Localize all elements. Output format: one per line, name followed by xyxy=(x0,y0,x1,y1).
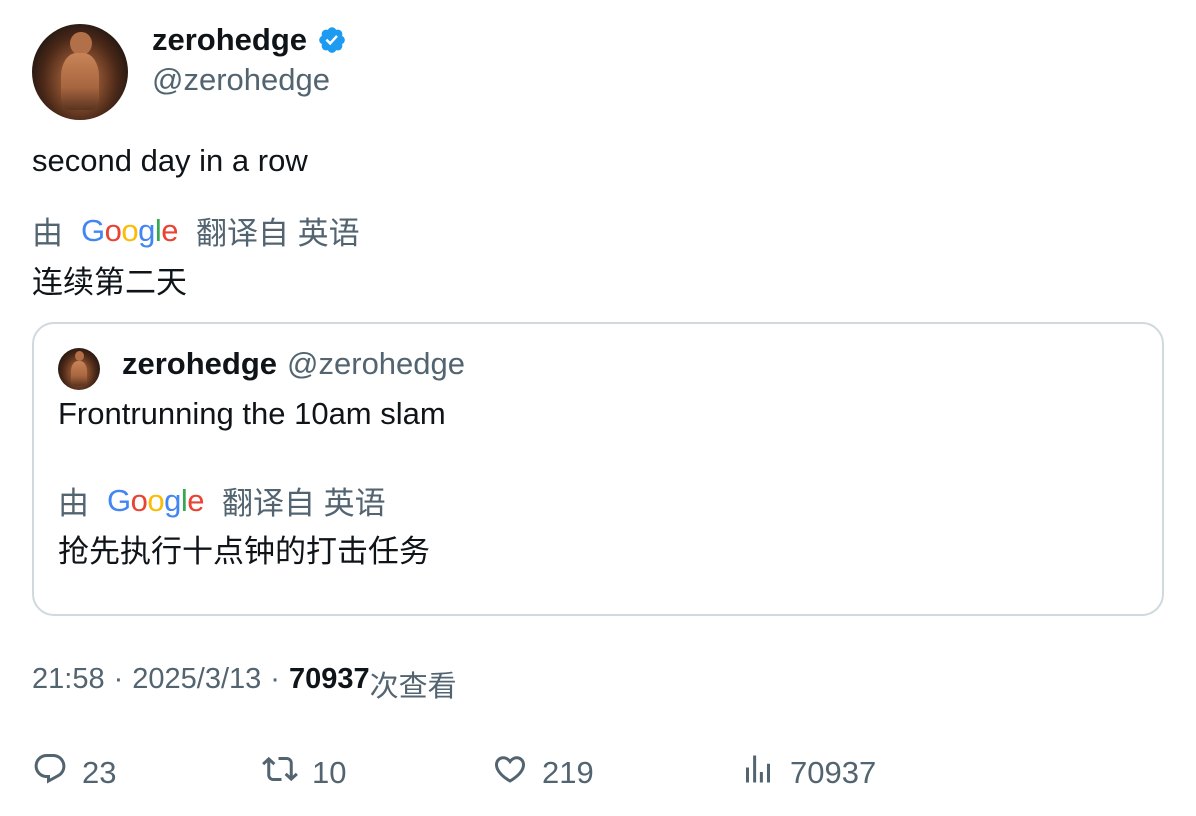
translated-by-label: 由 xyxy=(32,216,63,251)
quoted-translated-by-label: 由 xyxy=(58,486,89,521)
meta-separator: · xyxy=(270,663,280,695)
translation-source-row: 由 Google 翻译自 英语 xyxy=(32,208,360,253)
tweet-time[interactable]: 21:58 xyxy=(32,663,105,696)
translated-text: 连续第二天 xyxy=(32,265,187,300)
views-label: 次查看 xyxy=(369,671,457,703)
author-name[interactable]: zerohedge xyxy=(152,22,307,58)
like-button[interactable]: 219 xyxy=(492,751,594,795)
views-count: 70937 xyxy=(288,663,370,695)
views-action-count: 70937 xyxy=(790,755,877,790)
quoted-translated-text: 抢先执行十点钟的打击任务 xyxy=(58,534,430,569)
heart-icon xyxy=(492,751,528,795)
quoted-google-logo-icon[interactable]: Google xyxy=(107,483,205,519)
meta-separator: · xyxy=(113,663,124,695)
retweet-button[interactable]: 10 xyxy=(262,751,346,795)
author-name-row: zerohedge xyxy=(152,22,347,58)
like-count: 219 xyxy=(542,755,594,790)
reply-icon xyxy=(32,751,68,795)
translated-from-label: 翻译自 英语 xyxy=(196,216,360,251)
verified-badge-icon xyxy=(317,25,347,55)
quoted-translation-source-row: 由 Google 翻译自 英语 xyxy=(58,478,386,523)
analytics-icon xyxy=(740,751,776,795)
tweet-date[interactable]: 2025/3/13 xyxy=(132,663,261,696)
tweet-meta: 21:58 · 2025/3/13 · 70937 次查看 xyxy=(32,663,457,705)
retweet-icon xyxy=(262,751,298,795)
quoted-author-handle: @zerohedge xyxy=(287,346,466,381)
quoted-translated-from-label: 翻译自 英语 xyxy=(222,486,386,521)
views-button[interactable]: 70937 xyxy=(740,751,876,795)
retweet-count: 10 xyxy=(312,755,347,790)
quoted-author-row: zerohedge @zerohedge xyxy=(122,346,465,382)
quoted-tweet-text: Frontrunning the 10am slam xyxy=(58,396,446,431)
reply-count: 23 xyxy=(82,755,117,790)
quoted-tweet-card[interactable]: zerohedge @zerohedge Frontrunning the 10… xyxy=(32,322,1164,616)
avatar-torso xyxy=(60,52,100,111)
quoted-author-name: zerohedge xyxy=(122,346,278,381)
reply-button[interactable]: 23 xyxy=(32,751,116,795)
author-avatar[interactable] xyxy=(32,24,128,120)
author-handle[interactable]: @zerohedge xyxy=(152,62,330,98)
avatar-head xyxy=(70,31,92,55)
tweet-text: second day in a row xyxy=(32,143,308,178)
google-logo-icon[interactable]: Google xyxy=(81,213,179,249)
quoted-author-avatar xyxy=(58,348,100,390)
